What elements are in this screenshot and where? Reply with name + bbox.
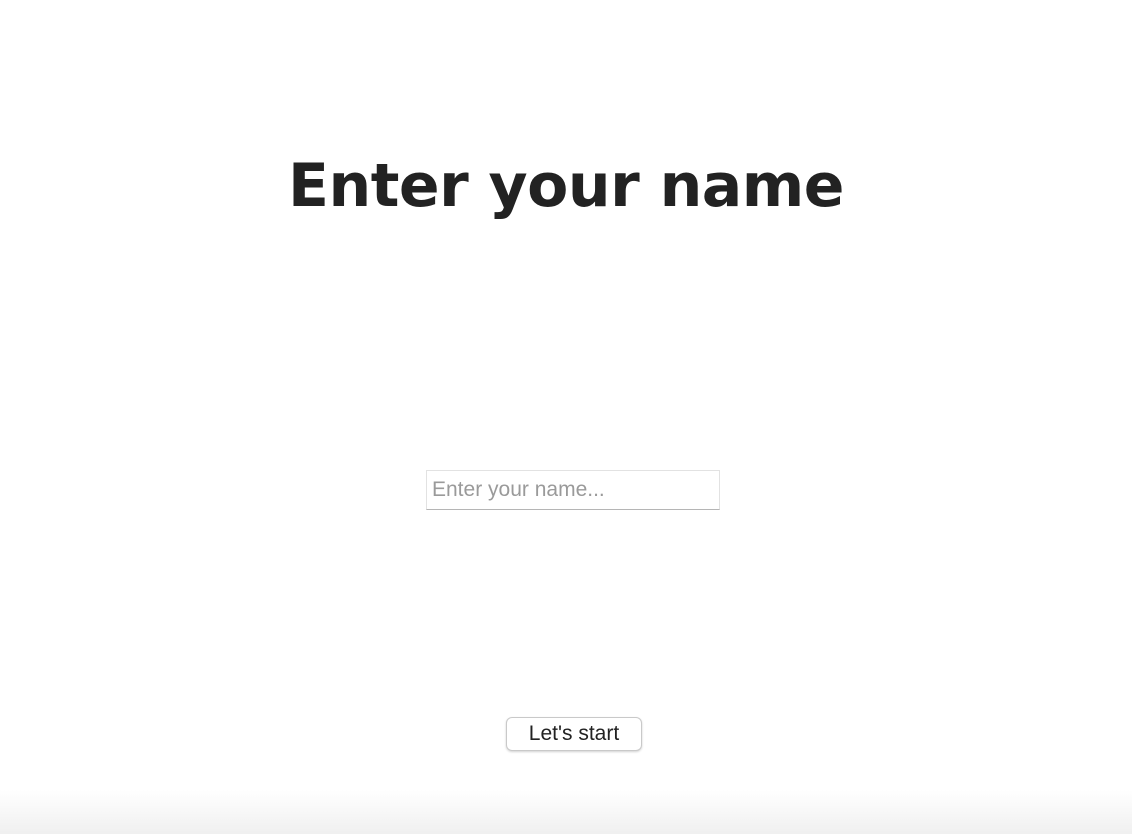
lets-start-button[interactable]: Let's start: [506, 717, 642, 751]
page-title: Enter your name: [288, 151, 845, 221]
page: Enter your name Let's start: [0, 0, 1132, 834]
name-input[interactable]: [426, 470, 720, 510]
bottom-edge-shadow: [0, 790, 1132, 834]
